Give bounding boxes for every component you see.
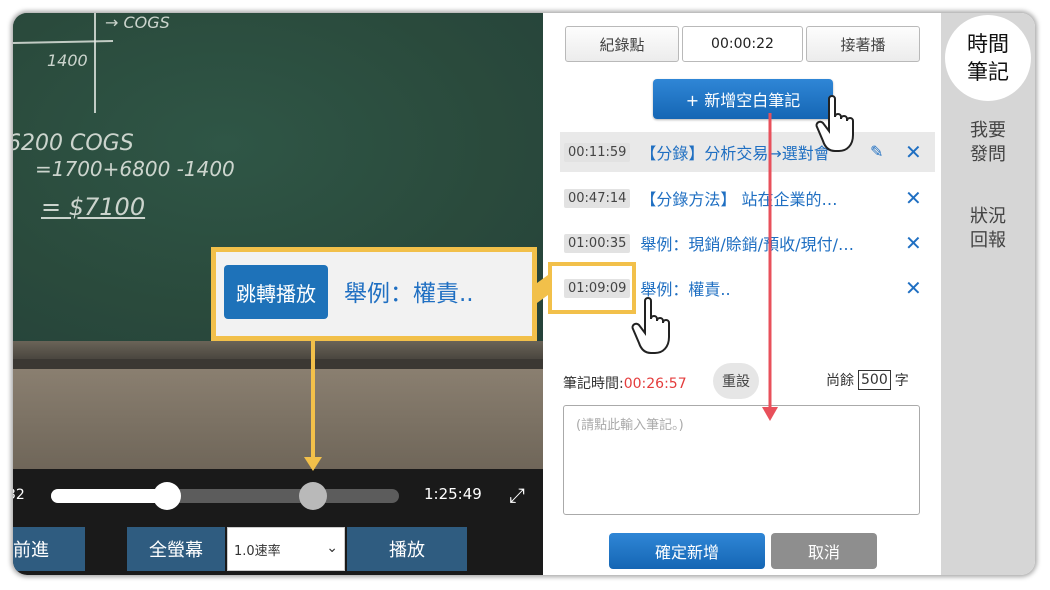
- tab-ask-question[interactable]: 我要 發問: [941, 119, 1035, 167]
- jump-play-button[interactable]: 跳轉播放: [224, 265, 328, 319]
- forward-button[interactable]: 前進: [13, 527, 85, 571]
- side-tabs: 時間 筆記 我要 發問 狀況 回報: [941, 13, 1035, 575]
- expand-icon[interactable]: ⤢: [505, 483, 529, 507]
- bookmark-button[interactable]: 紀錄點: [565, 26, 679, 62]
- video-player[interactable]: → COGS 6200 COGS =1700+6800 -1400 = $710…: [13, 13, 543, 469]
- note-item[interactable]: 00:47:14 【分錄方法】 站在企業的… ✕: [560, 178, 935, 218]
- highlight-box: [548, 262, 636, 314]
- tab-report[interactable]: 狀況 回報: [941, 205, 1035, 253]
- chalk-text: =1700+6800 -1400: [35, 157, 235, 181]
- time-input[interactable]: 00:00:22: [682, 26, 803, 62]
- seek-target-knob[interactable]: [299, 482, 327, 510]
- current-time: 32: [13, 487, 25, 503]
- tooltip-callout: 跳轉播放 舉例：權責..: [211, 247, 537, 341]
- close-icon[interactable]: ✕: [905, 140, 923, 164]
- play-button[interactable]: 播放: [347, 527, 467, 571]
- app-window: → COGS 6200 COGS =1700+6800 -1400 = $710…: [13, 13, 1035, 575]
- speed-value: 1.0速率: [234, 543, 281, 559]
- chevron-down-icon: ⌄: [326, 540, 338, 556]
- chalk-text: 6200 COGS: [13, 131, 134, 156]
- total-time: 1:25:49: [424, 485, 482, 503]
- note-text[interactable]: 【分錄】分析交易→選對會: [640, 140, 884, 164]
- classroom-wall: [13, 369, 543, 469]
- note-textarea[interactable]: (請點此輸入筆記。): [563, 405, 920, 515]
- close-icon[interactable]: ✕: [905, 231, 923, 255]
- video-controls: 32 1:25:49 ⤢ 前進 全螢幕 1.0速率 ⌄ 播放: [13, 469, 543, 575]
- cancel-button[interactable]: 取消: [771, 533, 877, 569]
- callout-note-text: 舉例：權責..: [344, 281, 474, 307]
- note-text[interactable]: 舉例：權責..: [640, 276, 884, 300]
- continue-button[interactable]: 接著播: [806, 26, 920, 62]
- note-item[interactable]: 00:11:59 【分錄】分析交易→選對會 ✎ ✕: [560, 132, 935, 172]
- char-remaining: 尚餘 500 字: [826, 370, 909, 390]
- note-text[interactable]: 【分錄方法】 站在企業的…: [640, 186, 884, 210]
- tab-time-notes[interactable]: 時間 筆記: [945, 15, 1031, 101]
- tab-time-notes-label: 時間 筆記: [967, 32, 1009, 84]
- close-icon[interactable]: ✕: [905, 276, 923, 300]
- note-timestamp[interactable]: 01:00:35: [564, 233, 631, 253]
- confirm-add-button[interactable]: 確定新增: [609, 533, 765, 569]
- close-icon[interactable]: ✕: [905, 186, 923, 210]
- reset-button[interactable]: 重設: [713, 363, 759, 399]
- fullscreen-button[interactable]: 全螢幕: [127, 527, 225, 571]
- speed-select[interactable]: 1.0速率 ⌄: [227, 527, 345, 571]
- remaining-suffix: 字: [894, 373, 909, 389]
- chalk-lines: [13, 13, 114, 113]
- note-item[interactable]: 01:00:35 舉例：現銷/賒銷/預收/現付/… ✕: [560, 223, 935, 263]
- note-timestamp[interactable]: 00:47:14: [564, 188, 631, 208]
- note-time-value: 00:26:57: [623, 376, 687, 392]
- progress-knob[interactable]: [153, 482, 181, 510]
- edit-icon[interactable]: ✎: [870, 143, 888, 161]
- progress-track[interactable]: [51, 482, 399, 510]
- chalk-text: = $7100: [41, 193, 146, 221]
- add-blank-note-button[interactable]: + 新增空白筆記: [653, 79, 833, 119]
- note-time-label: 筆記時間:00:26:57: [563, 373, 687, 393]
- board-frame: [13, 341, 543, 359]
- remaining-count: 500: [858, 370, 891, 390]
- remaining-prefix: 尚餘: [826, 373, 854, 389]
- note-text[interactable]: 舉例：現銷/賒銷/預收/現付/…: [640, 231, 884, 255]
- note-timestamp[interactable]: 00:11:59: [564, 142, 631, 162]
- board-ledge: [13, 359, 543, 369]
- note-time-caption: 筆記時間:: [563, 376, 624, 392]
